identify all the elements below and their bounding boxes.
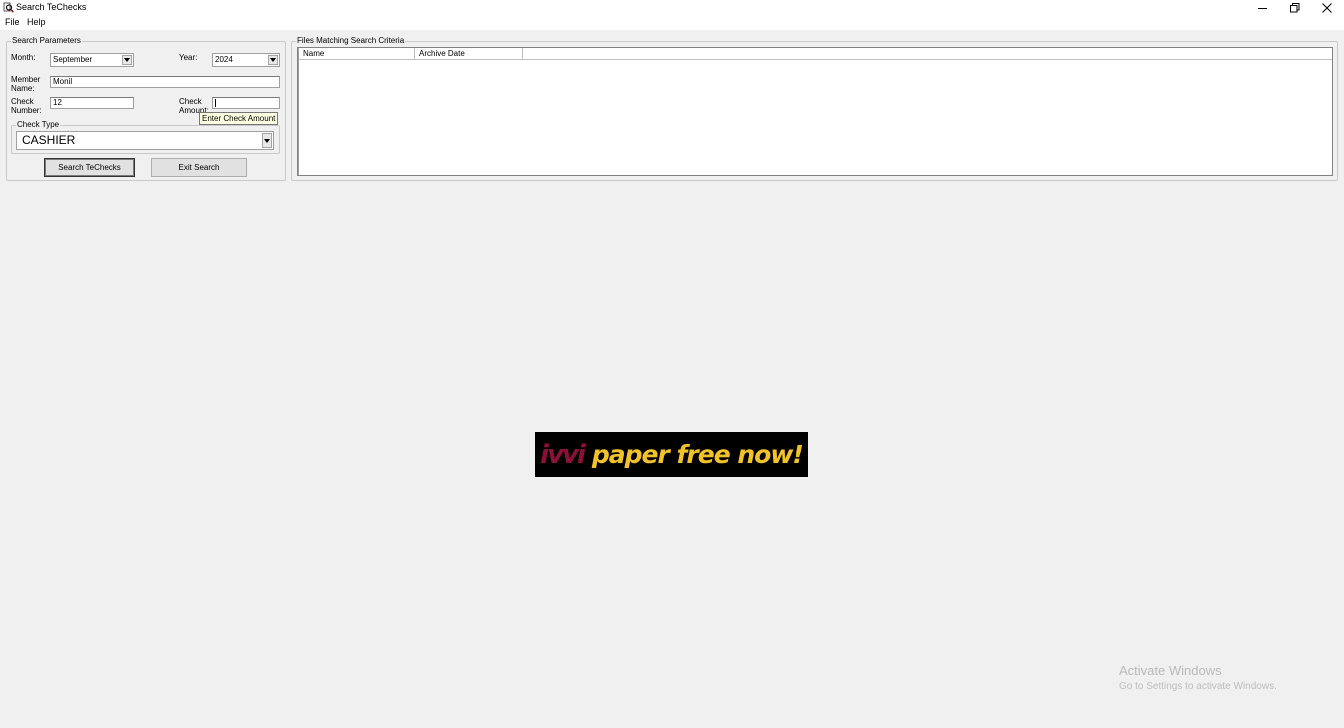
- banner-tagline: paper free now!: [591, 439, 804, 469]
- search-techecks-button[interactable]: Search TeChecks: [44, 158, 135, 177]
- restore-button[interactable]: [1278, 0, 1312, 15]
- check-amount-input[interactable]: [212, 97, 280, 109]
- member-name-label-line1: Member: [11, 75, 41, 84]
- close-icon: [1322, 2, 1332, 13]
- check-type-select[interactable]: CASHIER: [16, 131, 274, 150]
- activate-windows-subtitle: Go to Settings to activate Windows.: [1119, 681, 1277, 692]
- check-number-label-line1: Check: [11, 97, 34, 106]
- check-number-label-line2: Number:: [11, 106, 42, 115]
- month-dropdown-button[interactable]: [122, 55, 132, 65]
- menu-file[interactable]: File: [5, 17, 20, 28]
- file-list[interactable]: Name Archive Date: [297, 47, 1333, 176]
- minimize-icon: [1258, 7, 1267, 9]
- minimize-button[interactable]: [1246, 0, 1280, 15]
- column-header-name[interactable]: Name: [299, 48, 415, 60]
- window-title: Search TeChecks: [16, 2, 87, 12]
- check-type-legend: Check Type: [16, 120, 61, 130]
- search-parameters-legend: Search Parameters: [11, 36, 82, 46]
- exit-search-button[interactable]: Exit Search: [151, 158, 247, 177]
- promo-banner: ivvi paper free now!: [535, 432, 808, 477]
- text-cursor: [215, 99, 216, 107]
- month-label: Month:: [11, 53, 36, 62]
- check-amount-tooltip: Enter Check Amount: [199, 112, 279, 125]
- chevron-down-icon: [264, 138, 270, 143]
- check-number-input[interactable]: 12: [50, 97, 134, 109]
- ivvi-logo: ivvi: [540, 439, 586, 470]
- results-legend: Files Matching Search Criteria: [296, 36, 406, 46]
- chevron-down-icon: [124, 58, 130, 62]
- check-type-value: CASHIER: [22, 133, 76, 147]
- year-select[interactable]: 2024: [212, 53, 280, 67]
- menu-bar: File Help: [0, 15, 1344, 30]
- check-amount-label-line1: Check: [179, 97, 202, 106]
- activate-windows-title: Activate Windows: [1119, 663, 1222, 678]
- member-name-input[interactable]: Monil: [50, 76, 280, 88]
- restore-icon: [1290, 2, 1300, 12]
- year-label: Year:: [179, 53, 198, 62]
- menu-help[interactable]: Help: [27, 17, 46, 28]
- year-dropdown-button[interactable]: [268, 55, 278, 65]
- month-value: September: [53, 55, 93, 64]
- close-button[interactable]: [1310, 0, 1344, 15]
- title-bar[interactable]: Search TeChecks: [0, 0, 1344, 15]
- year-value: 2024: [215, 55, 233, 64]
- column-header-archive-date[interactable]: Archive Date: [415, 48, 523, 60]
- month-select[interactable]: September: [50, 53, 134, 67]
- column-header-filler: [523, 48, 1332, 60]
- search-magnifier-icon: [3, 2, 14, 13]
- check-type-dropdown-button[interactable]: [262, 133, 272, 148]
- chevron-down-icon: [270, 58, 276, 62]
- member-name-label-line2: Name:: [11, 84, 35, 93]
